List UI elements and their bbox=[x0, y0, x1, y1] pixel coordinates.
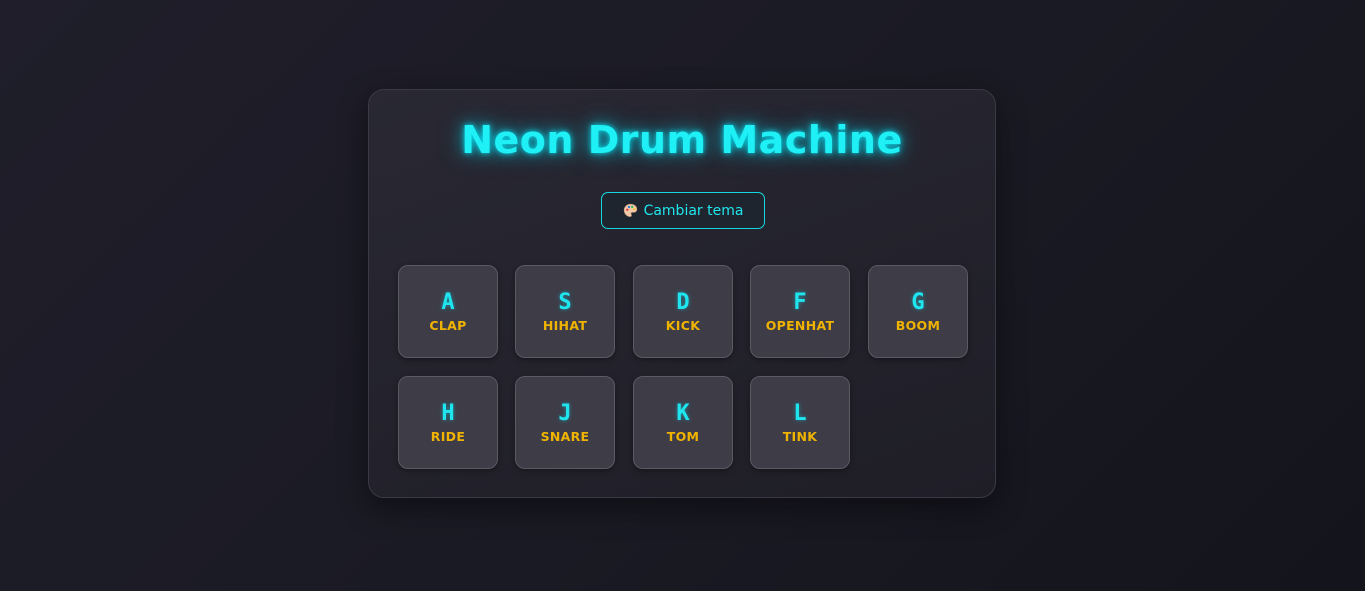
pad-sound-label: ride bbox=[430, 429, 466, 444]
palette-icon bbox=[623, 203, 638, 218]
drum-pad-ride[interactable]: H ride bbox=[398, 376, 498, 469]
change-theme-label: Cambiar tema bbox=[643, 202, 744, 219]
drum-pad-tom[interactable]: K tom bbox=[633, 376, 733, 469]
pad-sound-label: boom bbox=[895, 318, 941, 333]
pad-key: G bbox=[911, 290, 925, 315]
pad-key: H bbox=[441, 401, 455, 426]
pad-key: J bbox=[558, 401, 572, 426]
pad-sound-label: tom bbox=[666, 429, 700, 444]
pad-key: D bbox=[676, 290, 690, 315]
page-title: Neon Drum Machine bbox=[461, 118, 903, 162]
change-theme-button[interactable]: Cambiar tema bbox=[601, 192, 765, 229]
pad-sound-label: hihat bbox=[542, 318, 588, 333]
pad-sound-label: kick bbox=[665, 318, 701, 333]
drum-pad-clap[interactable]: A clap bbox=[398, 265, 498, 358]
pad-key: S bbox=[558, 290, 572, 315]
pad-sound-label: tink bbox=[782, 429, 818, 444]
drum-pad-tink[interactable]: L tink bbox=[750, 376, 850, 469]
pad-sound-label: clap bbox=[429, 318, 467, 333]
drum-pad-openhat[interactable]: F openhat bbox=[750, 265, 850, 358]
pad-key: F bbox=[793, 290, 807, 315]
drum-machine-panel: Neon Drum Machine Cambiar tema A clap S … bbox=[368, 89, 996, 498]
pad-key: A bbox=[441, 290, 455, 315]
pad-key: L bbox=[793, 401, 807, 426]
pad-sound-label: openhat bbox=[765, 318, 835, 333]
drum-pad-hihat[interactable]: S hihat bbox=[515, 265, 615, 358]
drum-pad-boom[interactable]: G boom bbox=[868, 265, 968, 358]
pad-key: K bbox=[676, 401, 690, 426]
drum-pad-kick[interactable]: D kick bbox=[633, 265, 733, 358]
pad-sound-label: snare bbox=[540, 429, 590, 444]
drum-pad-snare[interactable]: J snare bbox=[515, 376, 615, 469]
